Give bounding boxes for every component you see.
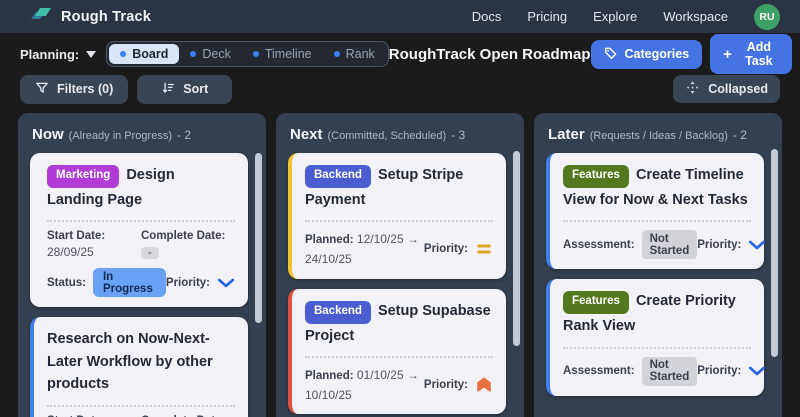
- nav-link-workspace[interactable]: Workspace: [663, 9, 728, 24]
- filter-bar: Filters (0) Sort Collapsed: [0, 74, 800, 104]
- column-header-now: Now(Already in Progress)- 2: [28, 124, 250, 153]
- tab-rank[interactable]: Rank: [323, 44, 386, 64]
- category-badge: Backend: [305, 165, 371, 188]
- column-later: Later(Requests / Ideas / Backlog)- 2 Fea…: [534, 113, 782, 417]
- divider: [305, 220, 493, 222]
- start-date-value: 28/09/25: [47, 245, 141, 259]
- complete-date-value: -: [141, 247, 159, 259]
- scrollbar-thumb[interactable]: [771, 149, 778, 357]
- card-title: MarketingDesign Landing Page: [47, 164, 235, 211]
- column-header-later: Later(Requests / Ideas / Backlog)- 2: [544, 124, 766, 153]
- priority-low-icon[interactable]: [217, 277, 235, 289]
- start-date-label: Start Date:: [47, 230, 141, 242]
- task-card[interactable]: FeaturesCreate Priority Rank View Assess…: [546, 279, 764, 395]
- card-title: Research on Now-Next-Later Workflow by o…: [47, 328, 235, 395]
- priority-label: Priority:: [697, 365, 741, 377]
- divider: [563, 347, 751, 349]
- move-arrows-icon: [685, 80, 700, 98]
- nav-link-explore[interactable]: Explore: [593, 9, 637, 24]
- chevron-down-icon: [86, 51, 96, 58]
- task-card[interactable]: BackendSetup Stripe Payment Planned: 12/…: [288, 153, 506, 279]
- tab-dot-icon: [334, 51, 340, 57]
- tab-dot-icon: [253, 51, 259, 57]
- complete-date-label: Complete Date:: [141, 230, 235, 242]
- toolbar: Planning: Board Deck Timeline Rank Rough…: [0, 36, 800, 72]
- divider: [47, 220, 235, 222]
- category-badge: Marketing: [47, 165, 119, 188]
- tab-dot-icon: [120, 51, 126, 57]
- status-badge: In Progress: [93, 268, 166, 297]
- collapsed-button[interactable]: Collapsed: [673, 75, 780, 103]
- priority-label: Priority:: [424, 243, 468, 255]
- filters-button[interactable]: Filters (0): [20, 75, 128, 104]
- brand[interactable]: Rough Track: [30, 5, 151, 28]
- categories-button[interactable]: Categories: [591, 40, 703, 69]
- scrollbar-thumb[interactable]: [255, 153, 262, 323]
- tab-dot-icon: [190, 51, 196, 57]
- planning-label: Planning:: [20, 47, 79, 62]
- card-title: BackendSetup Stripe Payment: [305, 164, 493, 211]
- assessment-label: Assessment:: [563, 365, 635, 377]
- task-card[interactable]: Research on Now-Next-Later Workflow by o…: [30, 317, 248, 417]
- scrollbar-thumb[interactable]: [513, 151, 520, 346]
- card-title: BackendSetup Supabase Project: [305, 300, 493, 347]
- category-badge: Features: [563, 291, 629, 314]
- avatar[interactable]: RU: [754, 4, 780, 30]
- task-card[interactable]: BackendSetup Supabase Project Planned: 0…: [288, 289, 506, 415]
- sort-icon: [161, 81, 175, 98]
- nav-link-docs[interactable]: Docs: [472, 9, 502, 24]
- planned-dates: Planned: 01/10/25 → 10/10/25: [305, 366, 419, 404]
- tab-timeline[interactable]: Timeline: [242, 44, 323, 64]
- task-card[interactable]: FeaturesCreate Timeline View for Now & N…: [546, 153, 764, 269]
- planning-dropdown[interactable]: Planning:: [20, 47, 96, 62]
- kanban-board: Now(Already in Progress)- 2 MarketingDes…: [0, 113, 800, 417]
- category-badge: Backend: [305, 301, 371, 324]
- tab-deck[interactable]: Deck: [179, 44, 241, 64]
- column-count: - 3: [451, 128, 465, 142]
- priority-label: Priority:: [166, 277, 210, 289]
- task-card[interactable]: MarketingDesign Landing Page Start Date:…: [30, 153, 248, 307]
- tag-icon: [604, 46, 618, 63]
- column-count: - 2: [733, 128, 747, 142]
- column-header-next: Next(Committed, Scheduled)- 3: [286, 124, 508, 153]
- priority-medium-icon[interactable]: [475, 242, 493, 256]
- assessment-chip: Not Started: [642, 230, 698, 259]
- priority-low-icon[interactable]: [748, 365, 766, 377]
- priority-label: Priority:: [424, 379, 468, 391]
- planned-dates: Planned: 12/10/25 → 24/10/25: [305, 230, 419, 268]
- priority-high-icon[interactable]: [475, 376, 493, 394]
- app-logo-icon: [30, 5, 52, 28]
- brand-name: Rough Track: [61, 9, 151, 25]
- divider: [563, 220, 751, 222]
- add-task-button[interactable]: + Add Task: [710, 34, 792, 74]
- column-now: Now(Already in Progress)- 2 MarketingDes…: [18, 113, 266, 417]
- assessment-label: Assessment:: [563, 239, 635, 251]
- divider: [305, 356, 493, 358]
- tab-board[interactable]: Board: [109, 44, 179, 64]
- status-label: Status:: [47, 277, 86, 289]
- card-title: FeaturesCreate Priority Rank View: [563, 290, 751, 337]
- page-title: RoughTrack Open Roadmap: [389, 46, 591, 63]
- category-badge: Features: [563, 165, 629, 188]
- top-navbar: Rough Track Docs Pricing Explore Workspa…: [0, 0, 800, 33]
- card-title: FeaturesCreate Timeline View for Now & N…: [563, 164, 751, 211]
- nav-link-pricing[interactable]: Pricing: [527, 9, 567, 24]
- priority-low-icon[interactable]: [748, 239, 766, 251]
- priority-label: Priority:: [697, 239, 741, 251]
- assessment-chip: Not Started: [642, 357, 698, 386]
- column-next: Next(Committed, Scheduled)- 3 BackendSet…: [276, 113, 524, 417]
- funnel-icon: [35, 81, 49, 98]
- column-count: - 2: [177, 128, 191, 142]
- sort-button[interactable]: Sort: [137, 75, 232, 104]
- view-switcher: Board Deck Timeline Rank: [106, 41, 389, 67]
- divider: [47, 405, 235, 407]
- plus-icon: +: [723, 47, 732, 62]
